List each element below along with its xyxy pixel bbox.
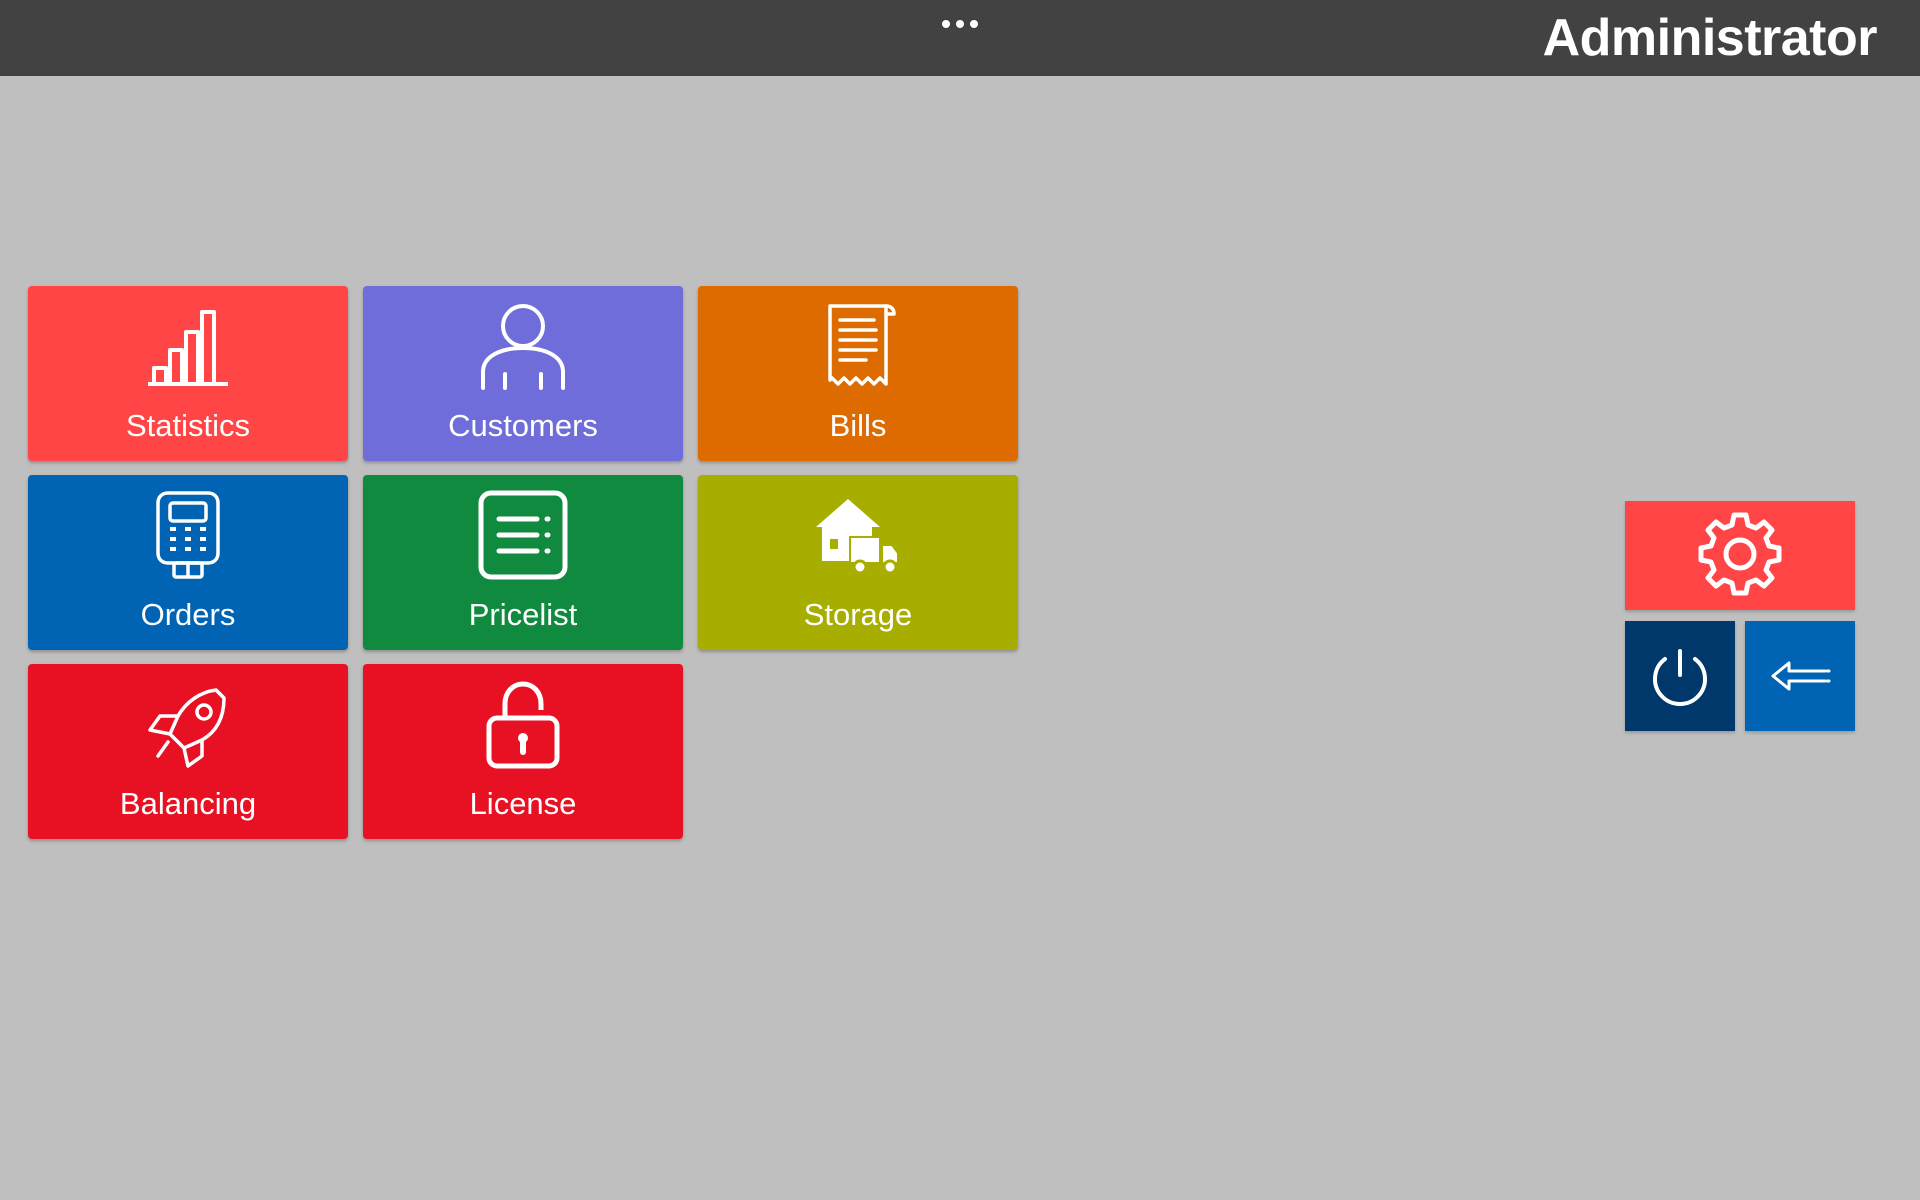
tile-balancing[interactable]: Balancing [28, 664, 348, 839]
tile-license[interactable]: License [363, 664, 683, 839]
tile-statistics[interactable]: Statistics [28, 286, 348, 461]
bar-chart-icon [148, 310, 228, 386]
more-horizontal-icon [942, 20, 978, 28]
tile-label: License [469, 786, 577, 821]
tile-label: Orders [140, 597, 236, 632]
tile-customers[interactable]: Customers [363, 286, 683, 461]
tile-pricelist[interactable]: Pricelist [363, 475, 683, 650]
receipt-icon [828, 304, 896, 386]
top-bar: Administrator [0, 0, 1920, 76]
back-button[interactable] [1745, 621, 1855, 731]
tile-label: Statistics [125, 408, 251, 443]
tile-label: Pricelist [468, 597, 578, 632]
unlocked-padlock-icon [486, 681, 560, 769]
tile-label: Bills [829, 408, 887, 443]
warehouse-truck-icon [816, 499, 899, 575]
user-title: Administrator [1542, 9, 1878, 67]
tile-bills[interactable]: Bills [698, 286, 1018, 461]
settings-button[interactable] [1625, 501, 1855, 610]
handheld-terminal-icon [156, 491, 220, 579]
gear-icon [1698, 512, 1782, 596]
user-icon [481, 304, 565, 390]
tile-label: Balancing [119, 786, 257, 821]
rocket-icon [148, 688, 226, 768]
power-icon [1653, 649, 1707, 706]
more-options-button[interactable] [930, 14, 990, 34]
power-button[interactable] [1625, 621, 1735, 731]
tile-label: Customers [448, 408, 598, 443]
tile-storage[interactable]: Storage [698, 475, 1018, 650]
tile-orders[interactable]: Orders [28, 475, 348, 650]
tile-label: Storage [803, 597, 913, 632]
list-icon [478, 490, 568, 580]
back-arrow-icon [1771, 661, 1831, 691]
